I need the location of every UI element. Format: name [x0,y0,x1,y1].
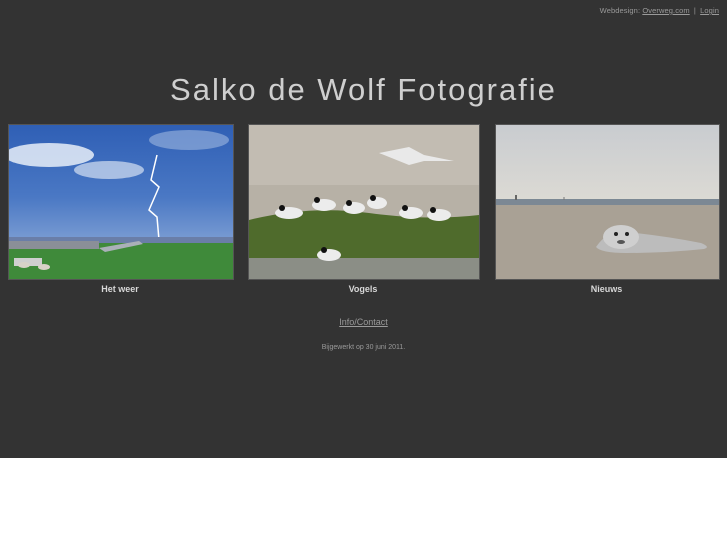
gallery-tile-weather[interactable] [8,124,234,280]
caption-birds[interactable]: Vogels [248,284,478,294]
caption-weather[interactable]: Het weer [8,284,232,294]
credit-link[interactable]: Overweg.com [642,6,689,15]
seal-on-beach-photo [496,125,719,279]
caption-news[interactable]: Nieuws [495,284,718,294]
updated-text: Bijgewerkt op 30 juni 2011. [321,344,406,351]
site-title: Salko de Wolf Fotografie [170,72,557,107]
gallery-tile-birds[interactable] [248,124,480,280]
separator: | [693,6,696,15]
credit-prefix: Webdesign: [599,6,641,15]
info-contact-link[interactable]: Info/Contact [339,317,388,327]
login-link[interactable]: Login [700,6,719,15]
terns-on-grass-photo [249,125,479,279]
header-credits: Webdesign: Overweg.com | Login [600,6,719,15]
info-contact-row: Info/Contact [0,317,727,327]
gallery-tile-news[interactable] [495,124,720,280]
lightning-landscape-photo [9,125,233,279]
